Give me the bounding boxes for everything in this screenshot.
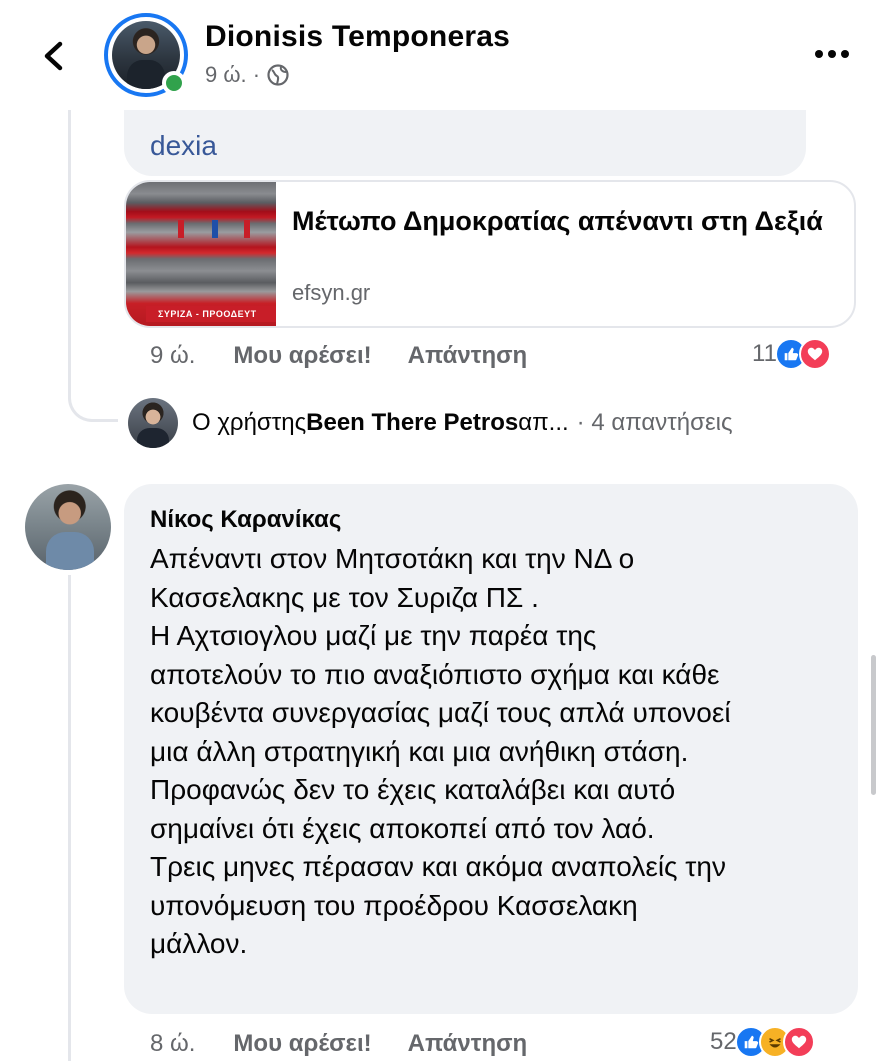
comment-actions: 9 ώ. Μου αρέσει! Απάντηση	[150, 342, 527, 370]
love-reaction-icon	[798, 338, 831, 370]
comment-line: Τρεις μηνες πέρασαν και ακόμα αναπολείς …	[150, 851, 726, 882]
more-horizontal-icon	[815, 50, 823, 58]
reply-user-name: Been There Petros	[306, 409, 519, 436]
link-domain: efsyn.gr	[292, 280, 371, 305]
online-status-dot	[162, 71, 186, 95]
thread-connector	[68, 575, 71, 1061]
comment-text[interactable]: dexia	[150, 130, 217, 162]
reply-user-avatar	[128, 398, 178, 448]
comment-actions: 8 ώ. Μου αρέσει! Απάντηση	[150, 1030, 527, 1058]
comment-bubble[interactable]: Νίκος Καρανίκας Απέναντι στον Μητσοτάκη …	[124, 484, 858, 1014]
comment-line: μάλλον.	[150, 928, 248, 959]
post-time: 9 ώ. ·	[205, 62, 261, 87]
chevron-left-icon	[44, 41, 63, 71]
reaction-summary[interactable]: 11	[752, 338, 831, 370]
comment-line: Κασσελακης με τον Συριζα ΠΣ .	[150, 581, 539, 613]
comment-line: αποτελούν το πιο αναξιόπιστο σχήμα και κ…	[150, 658, 720, 690]
reaction-count: 11	[752, 340, 777, 367]
love-reaction-icon	[782, 1026, 815, 1058]
replies-count: · 4 απαντήσεις	[576, 409, 733, 436]
commenter-name[interactable]: Νίκος Καρανίκας	[150, 506, 341, 534]
post-meta: 9 ώ. ·	[205, 62, 290, 88]
comment-line: κουβέντα συνεργασίας μαζί τους απλά υπον…	[150, 697, 731, 728]
link-preview-card[interactable]: ΣΥΡΙΖΑ - ΠΡΟΟΔΕΥΤ Μέτωπο Δημοκρατίας απέ…	[124, 180, 856, 328]
view-replies-link[interactable]: Ο χρήστης Been There Petros απ... · 4 απ…	[128, 398, 733, 448]
reaction-count: 52	[710, 1028, 737, 1055]
comment-line: μια άλλη στρατηγική και μια ανήθικη στάσ…	[150, 735, 689, 767]
comment-line: Προφανώς δεν το έχεις καταλάβει και αυτό	[150, 774, 676, 805]
author-name[interactable]: Dionisis Temponeras	[205, 20, 510, 54]
comment-text: Απέναντι στον Μητσοτάκη και την ΝΔ ο Κασ…	[150, 540, 850, 964]
replies-prefix: Ο χρήστης	[192, 409, 307, 436]
comment-line: Απέναντι στον Μητσοτάκη και την ΝΔ ο	[150, 543, 635, 574]
link-thumbnail: ΣΥΡΙΖΑ - ΠΡΟΟΔΕΥΤ	[126, 182, 276, 326]
comment-bubble[interactable]: dexia	[124, 110, 806, 176]
commenter-avatar[interactable]	[25, 484, 111, 570]
like-button[interactable]: Μου αρέσει!	[233, 342, 371, 370]
thread-connector	[68, 110, 118, 422]
reply-button[interactable]: Απάντηση	[408, 1030, 528, 1058]
scrollbar[interactable]	[871, 655, 876, 795]
comment-line: Η Αχτσιογλου μαζί με την παρέα της	[150, 620, 597, 651]
reply-button[interactable]: Απάντηση	[408, 342, 528, 370]
more-options-button[interactable]	[810, 36, 854, 72]
comment-time: 9 ώ.	[150, 342, 196, 369]
reaction-summary[interactable]: 52	[710, 1026, 815, 1058]
comment-line: υπονόμευση του προέδρου Κασσελακη	[150, 889, 638, 921]
replies-suffix: απ...	[518, 409, 569, 436]
like-button[interactable]: Μου αρέσει!	[233, 1030, 371, 1058]
comment-line: σημαίνει ότι έχεις αποκοπεί από τον λαό.	[150, 812, 655, 844]
thumbnail-sign: ΣΥΡΙΖΑ - ΠΡΟΟΔΕΥΤ	[146, 306, 276, 322]
post-header: Dionisis Temponeras 9 ώ. ·	[0, 0, 880, 110]
back-button[interactable]	[34, 36, 74, 76]
link-title[interactable]: Μέτωπο Δημοκρατίας απέναντι στη Δεξιά	[292, 204, 832, 238]
globe-icon	[267, 64, 289, 86]
comment-time: 8 ώ.	[150, 1030, 196, 1057]
